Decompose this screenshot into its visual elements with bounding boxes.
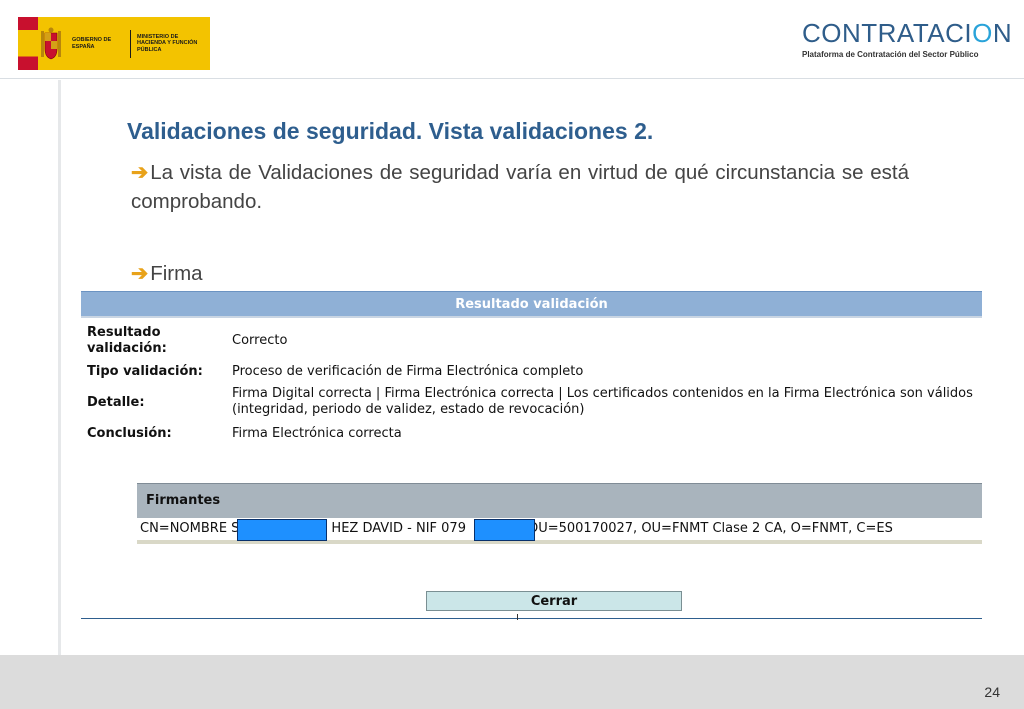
slide-footer: 24 xyxy=(0,655,1024,709)
arrow-bullet-icon: ➔ xyxy=(131,161,149,184)
logo-divider xyxy=(130,29,131,58)
conclusion-value: Firma Electrónica correcta xyxy=(232,426,402,441)
ministry-name: Ministerio de Hacienda y Función Pública xyxy=(137,33,198,53)
government-name: Gobierno de España xyxy=(72,37,112,50)
signer-text-middle: HEZ DAVID - NIF 079 xyxy=(331,521,466,536)
dialog-tick-mark xyxy=(517,614,518,620)
validation-result-dialog: Resultado validación Resultado validació… xyxy=(81,291,982,621)
redaction-block xyxy=(474,519,535,541)
signers-table: Firmantes CN=NOMBRE S HEZ DAVID - NIF 079… xyxy=(137,483,982,545)
arrow-bullet-icon: ➔ xyxy=(131,262,149,285)
brand-title-end: N xyxy=(992,18,1013,48)
dialog-bottom-rule xyxy=(81,618,982,619)
validation-type-value: Proceso de verificación de Firma Electró… xyxy=(232,364,584,379)
dialog-header: Resultado validación xyxy=(81,291,982,317)
power-icon: O xyxy=(972,18,993,48)
government-logo: Gobierno de España Ministerio de Haciend… xyxy=(18,17,210,70)
bullet-text: Firma xyxy=(150,262,203,285)
signer-text-start: CN=NOMBRE S xyxy=(140,521,240,536)
signers-header: Firmantes xyxy=(137,483,982,518)
contratacion-logo: CONTRATACION Plataforma de Contratación … xyxy=(802,18,1012,59)
government-text-box: Gobierno de España Ministerio de Haciend… xyxy=(64,17,210,70)
slide-title: Validaciones de seguridad. Vista validac… xyxy=(127,118,654,144)
result-value: Correcto xyxy=(232,333,288,348)
header-divider xyxy=(0,78,1024,79)
signer-row: CN=NOMBRE S HEZ DAVID - NIF 079 OU=5001700… xyxy=(137,518,982,541)
bullet-item: ➔Firma xyxy=(131,261,203,286)
page-number: 24 xyxy=(984,684,1000,700)
eu-spain-flag-icon xyxy=(18,17,38,70)
dialog-header-rule xyxy=(81,316,982,318)
brand-title: CONTRATACION xyxy=(802,18,1012,48)
brand-subtitle: Plataforma de Contratación del Sector Pú… xyxy=(802,50,979,59)
signer-text-end: OU=500170027, OU=FNMT Clase 2 CA, O=FNMT… xyxy=(527,521,893,536)
brand-title-main: CONTRATACI xyxy=(802,18,973,48)
result-label: Resultado validación: xyxy=(87,325,167,356)
left-margin-bar xyxy=(58,80,61,655)
detail-label: Detalle: xyxy=(87,395,145,410)
validation-type-label: Tipo validación: xyxy=(87,364,203,379)
detail-value: Firma Digital correcta | Firma Electróni… xyxy=(232,386,973,417)
bullet-text: La vista de Validaciones de seguridad va… xyxy=(131,161,909,213)
conclusion-label: Conclusión: xyxy=(87,426,172,441)
coat-of-arms-icon xyxy=(38,17,64,70)
redaction-block xyxy=(237,519,327,541)
bullet-item: ➔La vista de Validaciones de seguridad v… xyxy=(131,158,909,216)
close-button[interactable]: Cerrar xyxy=(426,591,682,611)
